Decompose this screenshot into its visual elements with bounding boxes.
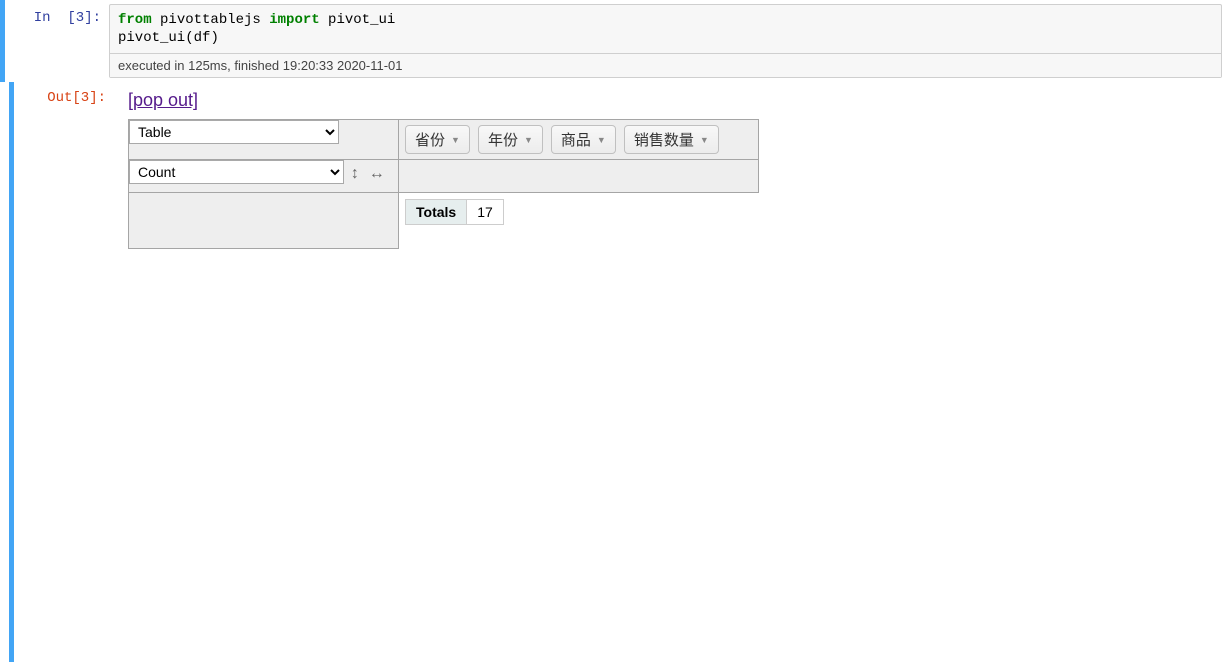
cell-content: In [3]: from pivottablejs import pivot_u… — [5, 0, 1230, 82]
attr-label: 商品 — [561, 129, 591, 150]
input-cell: In [3]: from pivottablejs import pivot_u… — [0, 0, 1230, 82]
renderer-select[interactable]: Table — [129, 120, 339, 144]
attr-pill-province[interactable]: 省份 ▼ — [405, 125, 470, 154]
rows-drop-zone[interactable] — [129, 193, 399, 249]
popout-link[interactable]: [pop out] — [114, 90, 198, 110]
attr-label: 年份 — [488, 129, 518, 150]
sort-horiz-icon[interactable]: ↔ — [369, 165, 385, 183]
output-cell: Out[3]: [pop out] Table — [0, 82, 1230, 662]
chevron-down-icon: ▼ — [451, 135, 460, 145]
keyword-from: from — [118, 12, 152, 28]
unused-attrs-cell[interactable]: 省份 ▼ 年份 ▼ 商品 ▼ 销售数量 ▼ — [399, 120, 759, 160]
paren-open: ( — [185, 30, 193, 46]
paren-close: ) — [210, 30, 218, 46]
output-body: [pop out] Table 省份 ▼ — [114, 82, 1230, 662]
attr-pill-year[interactable]: 年份 ▼ — [478, 125, 543, 154]
input-prompt: In [3]: — [9, 4, 109, 78]
chevron-down-icon: ▼ — [597, 135, 606, 145]
sort-vert-icon[interactable]: ↕ — [351, 165, 359, 183]
output-prompt: Out[3]: — [14, 82, 114, 662]
pivot-layout-table: Table 省份 ▼ 年份 ▼ 商品 ▼ 销售数量 ▼ — [128, 119, 759, 249]
attr-pill-product[interactable]: 商品 ▼ — [551, 125, 616, 154]
call-arg: df — [194, 30, 211, 46]
chevron-down-icon: ▼ — [524, 135, 533, 145]
attr-label: 省份 — [415, 129, 445, 150]
totals-value: 17 — [467, 200, 504, 225]
execution-info: executed in 125ms, finished 19:20:33 202… — [110, 53, 1221, 77]
import-name: pivot_ui — [320, 12, 396, 28]
chevron-down-icon: ▼ — [700, 135, 709, 145]
unused-attrs-row[interactable]: 省份 ▼ 年份 ▼ 商品 ▼ 销售数量 ▼ — [399, 120, 758, 159]
notebook-page: In [3]: from pivottablejs import pivot_u… — [0, 0, 1230, 657]
module-name: pivottablejs — [152, 12, 270, 28]
pivot-data-inner: Totals 17 — [399, 193, 759, 231]
cols-drop-zone[interactable] — [399, 160, 759, 193]
rows-drop-row[interactable] — [129, 193, 398, 248]
pivot-result-table: Totals 17 — [405, 199, 504, 225]
attr-pill-sales[interactable]: 销售数量 ▼ — [624, 125, 719, 154]
cols-drop-row[interactable] — [399, 160, 758, 192]
pivot-ui: Table 省份 ▼ 年份 ▼ 商品 ▼ 销售数量 ▼ — [114, 119, 1230, 249]
totals-header: Totals — [406, 200, 467, 225]
code-body[interactable]: from pivottablejs import pivot_ui pivot_… — [110, 5, 1221, 53]
pivot-data-cell: Totals 17 — [399, 193, 759, 249]
aggregator-select[interactable]: Count — [129, 160, 344, 184]
keyword-import: import — [269, 12, 319, 28]
renderer-cell: Table — [129, 120, 399, 160]
code-area[interactable]: from pivottablejs import pivot_ui pivot_… — [109, 4, 1222, 78]
attr-label: 销售数量 — [634, 129, 694, 150]
aggregator-cell: Count ↕ ↔ — [129, 160, 399, 193]
call-name: pivot_ui — [118, 30, 185, 46]
